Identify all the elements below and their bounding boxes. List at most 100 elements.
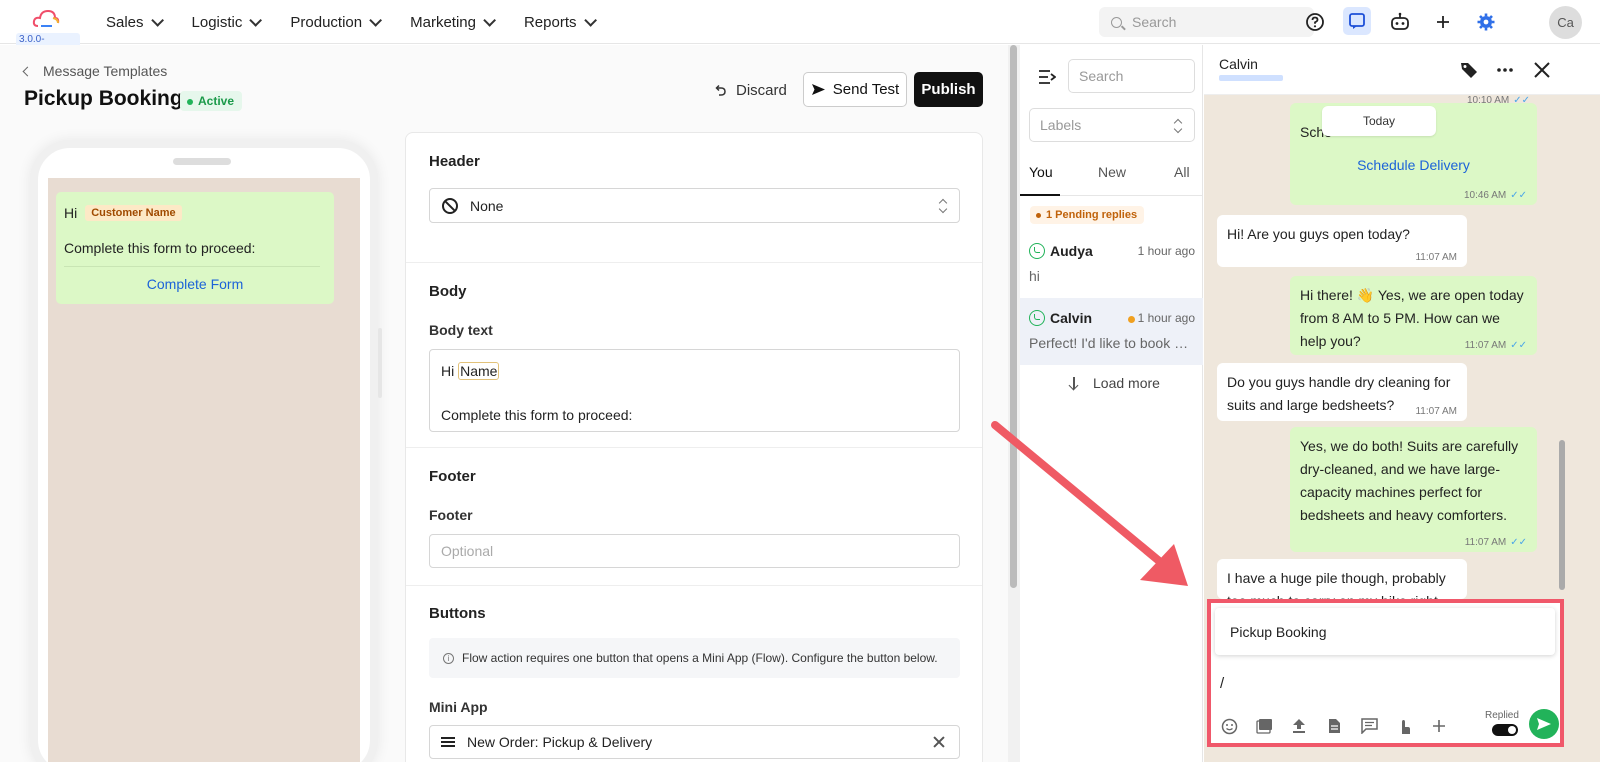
schedule-delivery-button[interactable]: Schedule Delivery: [1300, 154, 1527, 177]
body-variable-chip[interactable]: Name: [458, 362, 500, 380]
buttons-info-box: i Flow action requires one button that o…: [429, 638, 960, 678]
footer-label: Footer: [429, 507, 473, 523]
info-icon: i: [443, 652, 454, 664]
chevron-down-icon: [483, 13, 496, 27]
message-text: Yes, we do both! Suits are carefully dry…: [1300, 438, 1519, 523]
nav-label: Logistic: [191, 13, 243, 31]
quick-reply-icon[interactable]: [1360, 717, 1378, 735]
body-text-input[interactable]: Hi Name Complete this form to proceed:: [429, 349, 960, 432]
chevron-down-icon: [150, 13, 164, 27]
header-type-select[interactable]: None: [429, 188, 960, 223]
mini-app-select[interactable]: New Order: Pickup & Delivery: [429, 725, 960, 759]
preview-greeting-line: Hi Customer Name: [64, 205, 182, 221]
conversation-item[interactable]: Calvin 1 hour ago Perfect! I'd like to b…: [1020, 298, 1203, 365]
body-line-1: Hi Name: [441, 360, 948, 382]
clear-icon[interactable]: [933, 736, 945, 748]
composer-input[interactable]: /: [1220, 675, 1224, 692]
labels-select[interactable]: Labels: [1029, 108, 1195, 142]
tab-all[interactable]: All: [1174, 164, 1190, 180]
template-editor-area: Message Templates Pickup Booking Active …: [0, 45, 1020, 762]
close-icon[interactable]: [1532, 60, 1552, 80]
discard-label: Discard: [736, 81, 787, 99]
breadcrumb-label: Message Templates: [43, 63, 168, 79]
global-search-input[interactable]: Search: [1099, 7, 1314, 37]
message-text: I have a huge pile though, probably too …: [1227, 570, 1446, 599]
incoming-message: Do you guys handle dry cleaning for suit…: [1217, 363, 1467, 421]
footer-placeholder: Optional: [441, 543, 494, 559]
scrollbar-thumb[interactable]: [1559, 440, 1565, 590]
phone-side-button: [378, 328, 382, 398]
body-line-2: Complete this form to proceed:: [441, 407, 633, 423]
collapse-menu-icon[interactable]: [1038, 70, 1056, 84]
inbox-icon[interactable]: [1343, 7, 1371, 35]
tab-new[interactable]: New: [1098, 164, 1126, 180]
more-options-icon[interactable]: [1495, 60, 1515, 80]
search-icon: [1111, 16, 1122, 28]
send-icon: [811, 84, 825, 95]
discard-button[interactable]: Discard: [714, 73, 787, 107]
publish-button[interactable]: Publish: [914, 72, 983, 107]
send-icon: [1537, 718, 1551, 730]
message-time: 11:07 AM ✓✓: [1465, 537, 1527, 549]
unread-dot: [1128, 316, 1135, 323]
conversation-item[interactable]: Audya 1 hour ago hi: [1020, 231, 1203, 298]
nav-marketing[interactable]: Marketing: [410, 13, 496, 31]
nav-label: Sales: [106, 13, 144, 31]
time-text: 11:07 AM: [1464, 537, 1507, 548]
buttons-info-text: Flow action requires one button that ope…: [462, 651, 938, 665]
upload-icon[interactable]: [1290, 717, 1308, 735]
tab-you[interactable]: You: [1029, 164, 1053, 180]
active-tab-indicator: [1020, 194, 1060, 196]
body-title: Body: [429, 283, 467, 300]
conversation-time: 1 hour ago: [1137, 244, 1195, 258]
cloud-logo-icon: [32, 9, 60, 27]
nav-label: Production: [290, 13, 363, 31]
mini-app-label: Mini App: [429, 699, 488, 715]
preview-action-button: Complete Form: [146, 276, 244, 292]
template-suggestion-item[interactable]: Pickup Booking: [1215, 608, 1555, 655]
load-more-button[interactable]: Load more: [1069, 375, 1160, 391]
chevron-down-icon: [249, 13, 263, 27]
interactive-touch-icon[interactable]: [1395, 717, 1413, 735]
message-time: 10:46 AM ✓✓: [1464, 190, 1527, 202]
nav-reports[interactable]: Reports: [524, 14, 597, 31]
plus-icon[interactable]: [1430, 717, 1448, 735]
message-text: Hi! Are you guys open today?: [1227, 226, 1410, 242]
emoji-icon[interactable]: [1220, 717, 1238, 735]
plus-icon[interactable]: [1431, 10, 1455, 34]
replied-toggle-label: Replied: [1485, 710, 1519, 721]
app-logo[interactable]: 3.0.0-beta.299: [10, 6, 80, 57]
chat-scrollbar[interactable]: [1559, 95, 1567, 598]
gear-icon[interactable]: [1474, 10, 1498, 34]
footer-input[interactable]: Optional: [429, 534, 960, 568]
replied-toggle[interactable]: [1492, 724, 1518, 736]
nav-production[interactable]: Production: [290, 13, 383, 31]
header-title: Header: [429, 153, 480, 170]
nav-sales[interactable]: Sales: [106, 13, 164, 31]
send-message-button[interactable]: [1529, 709, 1559, 739]
document-icon[interactable]: [1325, 717, 1343, 735]
phone-screen: Hi Customer Name Complete this form to p…: [48, 178, 360, 762]
pending-replies-badge[interactable]: 1 Pending replies: [1030, 206, 1145, 224]
help-icon[interactable]: [1303, 10, 1327, 34]
header-type-value: None: [470, 197, 504, 214]
tag-icon[interactable]: [1459, 60, 1479, 80]
bot-icon[interactable]: [1388, 10, 1412, 34]
ban-icon: [442, 197, 458, 214]
flow-icon: [441, 737, 455, 747]
whatsapp-icon: [1029, 310, 1045, 326]
image-icon[interactable]: [1255, 717, 1273, 735]
send-test-button[interactable]: Send Test: [803, 72, 907, 107]
inbox-search-input[interactable]: Search: [1068, 59, 1195, 93]
send-test-label: Send Test: [832, 81, 900, 98]
breadcrumb[interactable]: Message Templates: [22, 63, 168, 79]
scrollbar-thumb[interactable]: [1010, 45, 1017, 588]
chevron-down-icon: [369, 13, 383, 27]
day-separator-chip: Today: [1322, 106, 1436, 136]
nav-logistic[interactable]: Logistic: [191, 13, 263, 31]
nav-label: Marketing: [410, 13, 476, 31]
user-avatar[interactable]: Ca: [1549, 6, 1582, 39]
editor-scrollbar[interactable]: [1008, 45, 1020, 762]
arrow-down-icon: [1069, 377, 1079, 389]
outgoing-message: Hi there! 👋 Yes, we are open today from …: [1290, 276, 1537, 355]
